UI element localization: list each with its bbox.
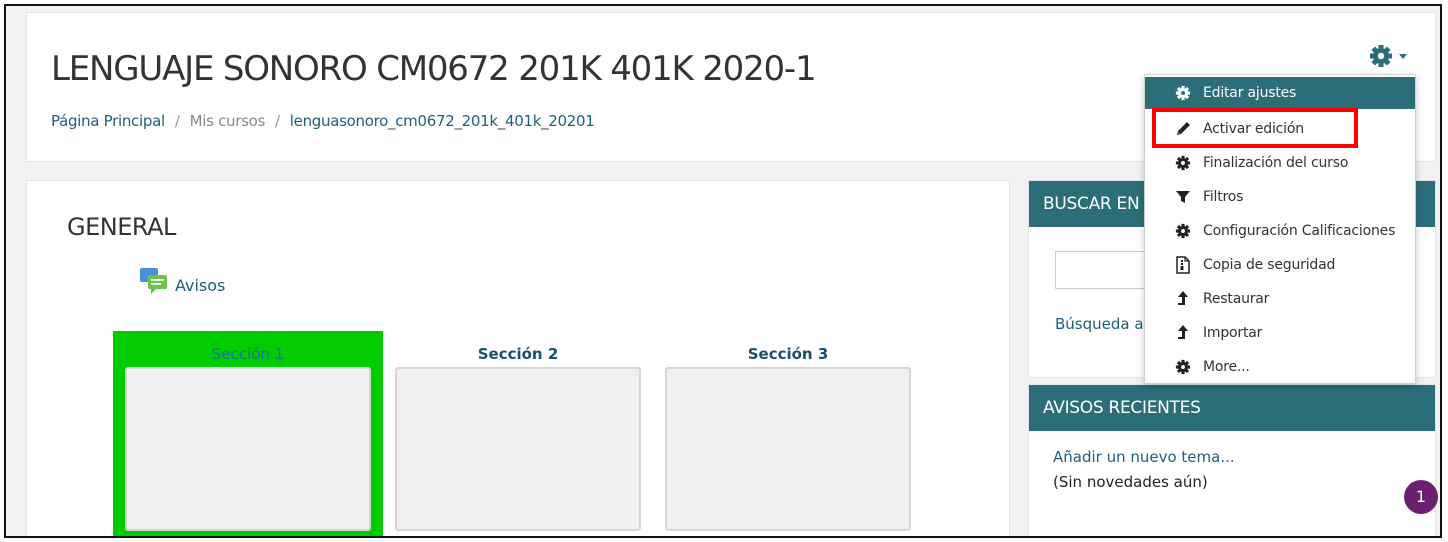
gear-icon — [1173, 154, 1193, 172]
settings-menu-toggle[interactable] — [1367, 43, 1413, 73]
menu-item-label: Configuración Calificaciones — [1203, 223, 1396, 239]
page-title: LENGUAJE SONORO CM0672 201K 401K 2020-1 — [51, 49, 817, 89]
menu-item-label: Restaurar — [1203, 291, 1270, 307]
section-tile-label: Sección 2 — [477, 345, 559, 363]
breadcrumb: Página Principal / Mis cursos / lenguasonoro… — [51, 112, 595, 130]
section-title: GENERAL — [67, 213, 176, 241]
file-archive-icon — [1173, 256, 1193, 274]
breadcrumb-my-courses[interactable]: Mis cursos — [190, 112, 266, 130]
recent-news-block: AVISOS RECIENTES Añadir un nuevo tema...… — [1028, 384, 1436, 536]
upload-icon — [1173, 324, 1193, 342]
recent-block-title: AVISOS RECIENTES — [1029, 385, 1435, 431]
menu-item-label: Filtros — [1203, 189, 1244, 205]
page-frame: LENGUAJE SONORO CM0672 201K 401K 2020-1 … — [4, 4, 1442, 538]
gear-icon — [1173, 222, 1193, 240]
menu-item-turn-editing-on[interactable]: Activar edición — [1145, 113, 1415, 145]
section-tile-image — [395, 367, 641, 531]
menu-item-import[interactable]: Importar — [1145, 317, 1415, 349]
forum-link-label: Avisos — [175, 276, 226, 295]
upload-icon — [1173, 290, 1193, 308]
menu-item-label: Editar ajustes — [1203, 85, 1297, 101]
menu-item-label: Copia de seguridad — [1203, 257, 1336, 273]
section-tile-1[interactable]: Sección 1 — [113, 331, 383, 536]
gear-icon — [1370, 45, 1407, 67]
menu-item-course-completion[interactable]: Finalización del curso — [1145, 147, 1415, 179]
menu-item-label: Finalización del curso — [1203, 155, 1349, 171]
breadcrumb-separator: / — [275, 112, 280, 130]
course-content: GENERAL Avisos Sección 1 Sección 2 Secci… — [26, 180, 1010, 536]
settings-dropdown: Editar ajustes Activar edición Finalizac… — [1144, 74, 1416, 384]
notification-badge[interactable]: 1 — [1404, 480, 1438, 514]
filter-icon — [1173, 188, 1193, 206]
section-tile-2[interactable]: Sección 2 — [383, 331, 653, 536]
section-tile-3[interactable]: Sección 3 — [653, 331, 923, 536]
section-tile-label: Sección 1 — [211, 345, 285, 363]
menu-item-label: Activar edición — [1203, 121, 1304, 137]
forum-icon — [140, 268, 167, 294]
forum-link-avisos[interactable]: Avisos — [139, 267, 225, 295]
section-tile-image — [665, 367, 911, 531]
menu-item-label: Importar — [1203, 325, 1263, 341]
add-topic-link[interactable]: Añadir un nuevo tema... — [1053, 445, 1411, 470]
gear-icon — [1173, 84, 1193, 102]
gear-icon — [1173, 358, 1193, 376]
breadcrumb-separator: / — [174, 112, 180, 130]
menu-item-filters[interactable]: Filtros — [1145, 181, 1415, 213]
pencil-icon — [1173, 120, 1193, 138]
recent-block-body: Añadir un nuevo tema... (Sin novedades a… — [1029, 431, 1435, 509]
menu-item-backup[interactable]: Copia de seguridad — [1145, 249, 1415, 281]
menu-item-restore[interactable]: Restaurar — [1145, 283, 1415, 315]
menu-item-gradebook-setup[interactable]: Configuración Calificaciones — [1145, 215, 1415, 247]
section-tile-label: Sección 3 — [747, 345, 829, 363]
advanced-search-link[interactable]: Búsqueda av — [1055, 315, 1152, 333]
menu-item-more[interactable]: More... — [1145, 351, 1415, 383]
menu-item-edit-settings[interactable]: Editar ajustes — [1145, 77, 1415, 109]
breadcrumb-course[interactable]: lenguasonoro_cm0672_201k_401k_20201 — [290, 112, 595, 130]
section-tile-image — [125, 367, 371, 531]
menu-item-label: More... — [1203, 359, 1250, 375]
breadcrumb-home[interactable]: Página Principal — [51, 112, 165, 130]
no-news-text: (Sin novedades aún) — [1053, 473, 1208, 491]
